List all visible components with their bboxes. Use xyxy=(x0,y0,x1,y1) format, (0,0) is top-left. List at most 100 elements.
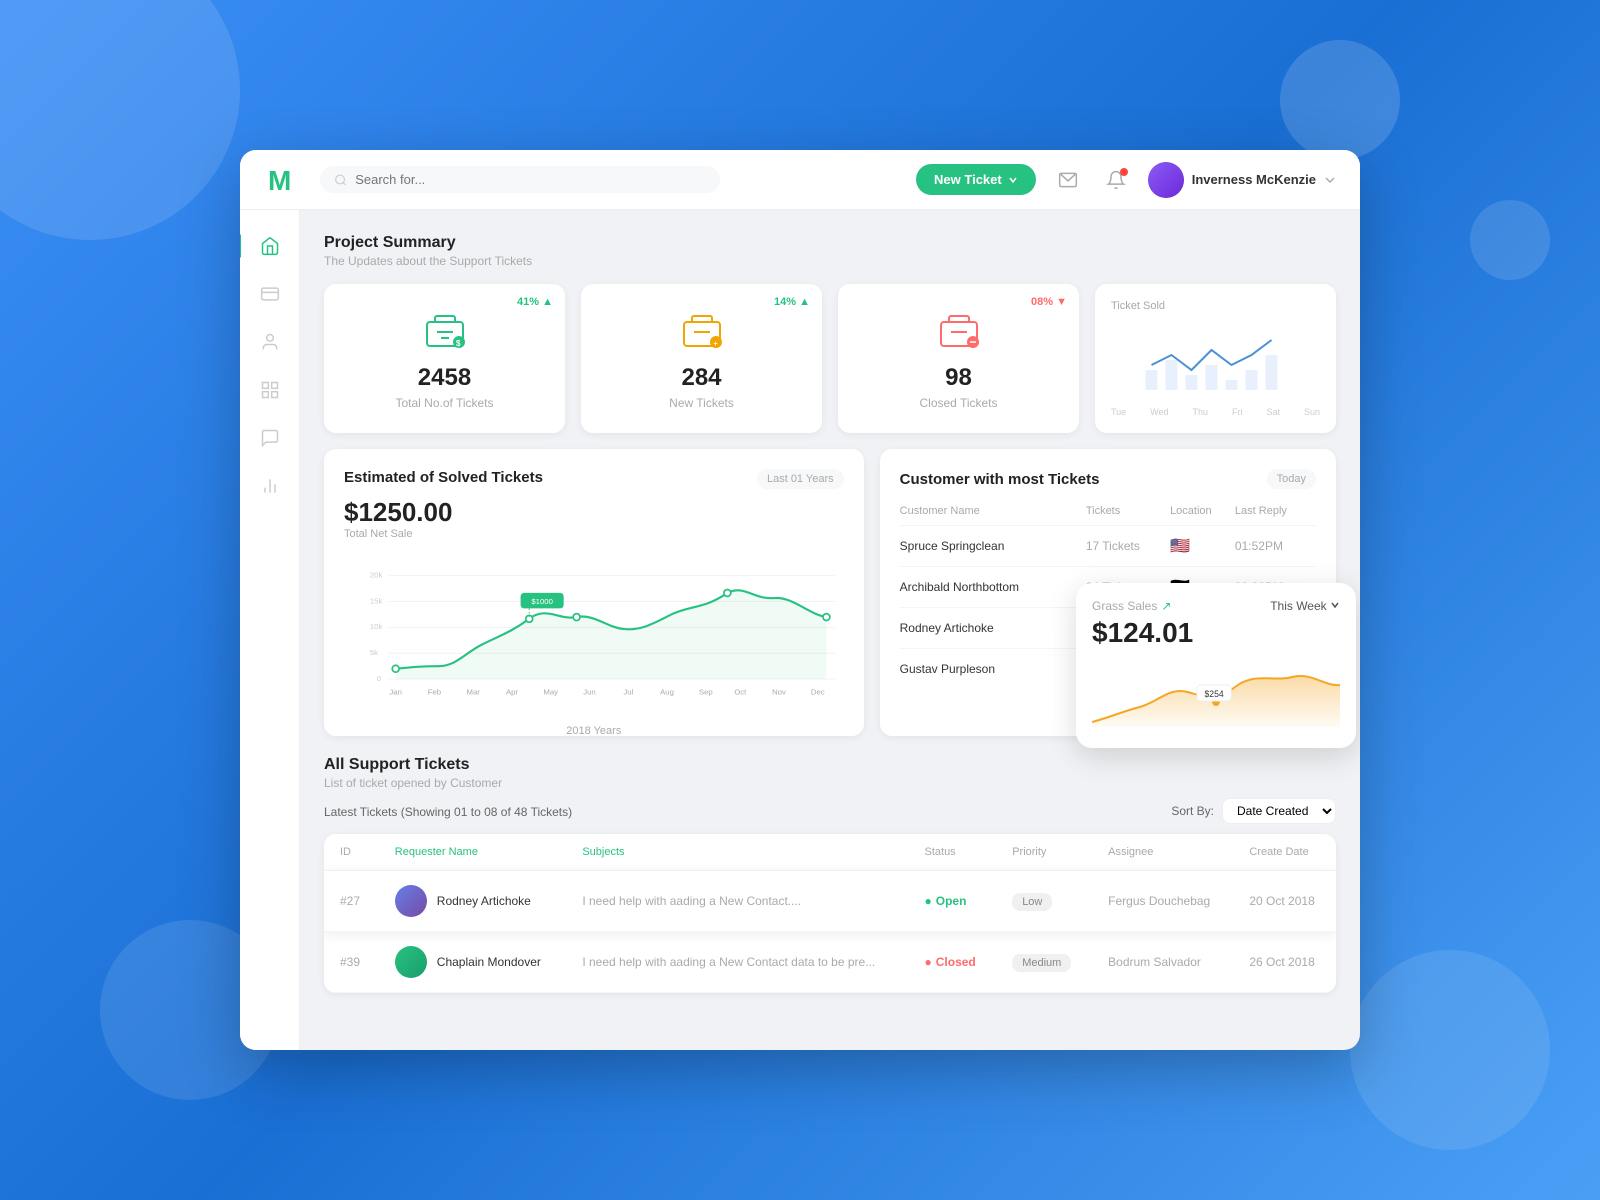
col-id: ID xyxy=(324,834,379,871)
app-window: M New Ticket xyxy=(240,150,1360,1050)
support-tickets-section: All Support Tickets List of ticket opene… xyxy=(324,756,1336,993)
svg-text:20k: 20k xyxy=(370,570,383,579)
stat-card-ticket-sold: Ticket Sold xyxy=(1095,284,1336,433)
sort-select[interactable]: Date Created xyxy=(1222,798,1336,824)
ticket-icon xyxy=(260,284,280,304)
col-subjects: Subjects xyxy=(566,834,908,871)
chart-filter-button[interactable]: Last 01 Years xyxy=(757,469,844,489)
search-bar[interactable] xyxy=(320,166,720,193)
svg-text:Sep: Sep xyxy=(699,688,713,697)
user-menu[interactable]: Inverness McKenzie xyxy=(1148,162,1336,198)
home-icon xyxy=(260,236,280,256)
new-ticket-label: New Ticket xyxy=(934,172,1002,187)
customers-filter-button[interactable]: Today xyxy=(1267,469,1316,489)
stat-icon-total: $ xyxy=(421,308,469,356)
stat-label-new: New Tickets xyxy=(597,396,806,410)
ticket-subject: I need help with aading a New Contact da… xyxy=(566,932,908,993)
ticket-priority: Medium xyxy=(996,932,1092,993)
requester-name: Rodney Artichoke xyxy=(437,894,531,908)
tickets-table: ID Requester Name Subjects Status Priori… xyxy=(324,834,1336,993)
project-summary-title: Project Summary xyxy=(324,234,1336,252)
header: M New Ticket xyxy=(240,150,1360,210)
ticket-assignee: Bodrum Salvador xyxy=(1092,932,1233,993)
stats-row: 41% ▲ $ 2458 Total xyxy=(324,284,1336,433)
stat-badge-total: 41% ▲ xyxy=(517,296,553,308)
status-open: Open xyxy=(925,894,981,908)
app-body: Project Summary The Updates about the Su… xyxy=(240,210,1360,1050)
sidebar-item-tickets[interactable] xyxy=(250,274,290,314)
col-date: Create Date xyxy=(1233,834,1336,871)
stat-value-new: 284 xyxy=(597,364,806,392)
table-row: #39 Chaplain Mondover I need help with a… xyxy=(324,932,1336,993)
requester-name: Chaplain Mondover xyxy=(437,955,541,969)
tickets-title-group: All Support Tickets List of ticket opene… xyxy=(324,756,502,790)
sort-label: Sort By: xyxy=(1171,804,1214,818)
tickets-table-wrap: ID Requester Name Subjects Status Priori… xyxy=(324,834,1336,993)
ticket-subject: I need help with aading a New Contact...… xyxy=(566,871,908,932)
ticket-assignee: Fergus Douchebag xyxy=(1092,871,1233,932)
tickets-sub-header: Latest Tickets (Showing 01 to 08 of 48 T… xyxy=(324,798,1336,824)
customer-name: Spruce Springclean xyxy=(900,526,1086,567)
svg-text:$1000: $1000 xyxy=(531,597,553,606)
requester-avatar xyxy=(395,946,427,978)
new-ticket-button[interactable]: New Ticket xyxy=(916,164,1036,195)
customer-name: Archibald Northbottom xyxy=(900,567,1086,608)
svg-text:Jul: Jul xyxy=(623,688,633,697)
svg-text:Dec: Dec xyxy=(811,688,825,697)
stat-label-closed: Closed Tickets xyxy=(854,396,1063,410)
user-chevron-icon xyxy=(1324,174,1336,186)
mail-icon xyxy=(1058,170,1078,190)
col-customer-name: Customer Name xyxy=(900,501,1086,526)
grass-sales-amount: $124.01 xyxy=(1092,617,1340,649)
grass-sales-period[interactable]: This Week xyxy=(1270,599,1340,613)
search-input[interactable] xyxy=(355,172,706,187)
header-right: New Ticket Inverness McKe xyxy=(916,162,1336,198)
grass-sales-chart: $254 xyxy=(1092,657,1340,732)
col-requester: Requester Name xyxy=(379,834,567,871)
col-last-reply: Last Reply xyxy=(1235,501,1316,526)
tickets-count: Latest Tickets (Showing 01 to 08 of 48 T… xyxy=(324,805,572,819)
col-priority: Priority xyxy=(996,834,1092,871)
sidebar-item-contacts[interactable] xyxy=(250,322,290,362)
col-location: Location xyxy=(1170,501,1235,526)
grass-sales-card: Grass Sales ↗ This Week $124.01 xyxy=(1076,583,1356,748)
svg-text:Nov: Nov xyxy=(772,688,786,697)
svg-text:$: $ xyxy=(456,339,461,348)
col-tickets: Tickets xyxy=(1086,501,1170,526)
avatar xyxy=(1148,162,1184,198)
priority-badge: Medium xyxy=(1012,954,1071,972)
mail-icon-button[interactable] xyxy=(1052,164,1084,196)
table-row: Spruce Springclean 17 Tickets 🇺🇸 01:52PM xyxy=(900,526,1316,567)
svg-text:Apr: Apr xyxy=(506,688,518,697)
svg-text:Aug: Aug xyxy=(660,688,674,697)
sidebar-item-reports[interactable] xyxy=(250,370,290,410)
sidebar-item-messages[interactable] xyxy=(250,418,290,458)
stat-icon-new: + xyxy=(678,308,726,356)
grass-sales-label: Grass Sales ↗ xyxy=(1092,599,1171,613)
tickets-header: All Support Tickets List of ticket opene… xyxy=(324,756,1336,790)
ticket-sold-label: Ticket Sold xyxy=(1111,300,1320,312)
ticket-date: 26 Oct 2018 xyxy=(1233,932,1336,993)
stat-value-total: 2458 xyxy=(340,364,549,392)
svg-text:0: 0 xyxy=(377,674,381,683)
sidebar-item-home[interactable] xyxy=(250,226,290,266)
chart-title: Estimated of Solved Tickets xyxy=(344,469,543,486)
customers-title: Customer with most Tickets xyxy=(900,471,1100,488)
table-row: #27 Rodney Artichoke I need help with aa… xyxy=(324,871,1336,932)
ticket-status: Closed xyxy=(909,932,997,993)
customer-flag: 🇺🇸 xyxy=(1170,526,1235,567)
stat-badge-new: 14% ▲ xyxy=(774,296,810,308)
stat-card-total: 41% ▲ $ 2458 Total xyxy=(324,284,565,433)
chart-amount: $1250.00 xyxy=(344,497,844,528)
ticket-priority: Low xyxy=(996,871,1092,932)
customer-reply: 01:52PM xyxy=(1235,526,1316,567)
notification-icon-button[interactable] xyxy=(1100,164,1132,196)
stat-icon-closed xyxy=(935,308,983,356)
chart-sublabel: Total Net Sale xyxy=(344,528,844,540)
customers-header: Customer with most Tickets Today xyxy=(900,469,1316,489)
grid-icon xyxy=(260,380,280,400)
stat-badge-closed: 08% ▼ xyxy=(1031,296,1067,308)
svg-text:15k: 15k xyxy=(370,596,383,605)
chart-title-group: Estimated of Solved Tickets xyxy=(344,469,543,486)
sidebar-item-analytics[interactable] xyxy=(250,466,290,506)
